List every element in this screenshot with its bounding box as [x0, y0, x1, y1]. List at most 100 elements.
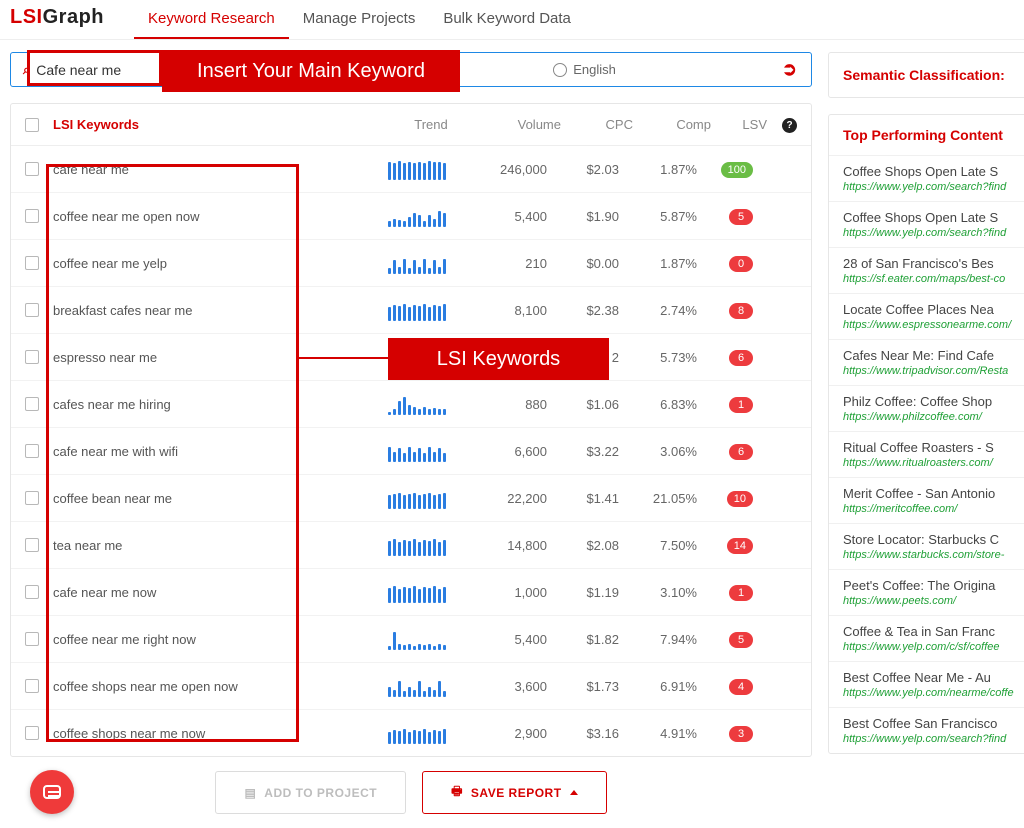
keyword-cell[interactable]: coffee near me right now — [53, 632, 369, 647]
content-item[interactable]: Best Coffee San Franciscohttps://www.yel… — [829, 707, 1024, 753]
trend-sparkline — [369, 487, 465, 509]
content-item[interactable]: Coffee Shops Open Late Shttps://www.yelp… — [829, 201, 1024, 247]
trend-sparkline — [369, 393, 465, 415]
col-comp[interactable]: Comp — [633, 117, 711, 132]
content-item[interactable]: Ritual Coffee Roasters - Shttps://www.ri… — [829, 431, 1024, 477]
lsv-pill: 5 — [729, 632, 753, 648]
save-report-label: SAVE REPORT — [471, 786, 562, 800]
content-title: Ritual Coffee Roasters - S — [843, 440, 1014, 455]
top-performing-content-card: Top Performing Content Coffee Shops Open… — [828, 114, 1024, 754]
row-checkbox[interactable] — [25, 491, 39, 505]
top-performing-title: Top Performing Content — [829, 121, 1024, 155]
keyword-cell[interactable]: coffee near me open now — [53, 209, 369, 224]
content-item[interactable]: Store Locator: Starbucks Chttps://www.st… — [829, 523, 1024, 569]
table-row: coffee shops near me now2,900$3.164.91%3 — [11, 710, 811, 756]
language-label: English — [573, 62, 616, 77]
content-title: Best Coffee Near Me - Au — [843, 670, 1014, 685]
cpc-cell: $0.00 — [547, 256, 619, 271]
document-icon: ▤ — [244, 786, 256, 800]
row-checkbox[interactable] — [25, 444, 39, 458]
row-checkbox[interactable] — [25, 350, 39, 364]
lsv-cell: 3 — [697, 725, 753, 742]
table-row: tea near me14,800$2.087.50%14 — [11, 522, 811, 569]
col-lsv[interactable]: LSV — [711, 117, 767, 132]
volume-cell: 22,200 — [465, 491, 547, 506]
semantic-classification-card: Semantic Classification: — [828, 52, 1024, 98]
content-url: https://www.yelp.com/c/sf/coffee — [843, 639, 1014, 653]
row-checkbox[interactable] — [25, 679, 39, 693]
lsv-pill: 4 — [729, 679, 753, 695]
keyword-cell[interactable]: cafe near me now — [53, 585, 369, 600]
keyword-cell[interactable]: tea near me — [53, 538, 369, 553]
col-cpc[interactable]: CPC — [561, 117, 633, 132]
row-checkbox[interactable] — [25, 632, 39, 646]
content-item[interactable]: Locate Coffee Places Neahttps://www.espr… — [829, 293, 1024, 339]
volume-cell: 3,600 — [465, 679, 547, 694]
nav-manage-projects[interactable]: Manage Projects — [289, 10, 430, 39]
col-volume[interactable]: Volume — [479, 117, 561, 132]
logo-graph: Graph — [43, 6, 104, 29]
row-checkbox[interactable] — [25, 162, 39, 176]
chat-fab[interactable] — [30, 770, 74, 814]
cpc-cell: $3.16 — [547, 726, 619, 741]
cpc-cell: $1.19 — [547, 585, 619, 600]
comp-cell: 3.06% — [619, 444, 697, 459]
row-checkbox[interactable] — [25, 303, 39, 317]
trend-sparkline — [369, 440, 465, 462]
content-item[interactable]: Coffee & Tea in San Franchttps://www.yel… — [829, 615, 1024, 661]
keyword-cell[interactable]: cafe near me with wifi — [53, 444, 369, 459]
keyword-cell[interactable]: coffee shops near me open now — [53, 679, 369, 694]
content-title: Best Coffee San Francisco — [843, 716, 1014, 731]
help-icon[interactable]: ? — [782, 118, 797, 133]
keyword-cell[interactable]: coffee bean near me — [53, 491, 369, 506]
content-item[interactable]: Peet's Coffee: The Originahttps://www.pe… — [829, 569, 1024, 615]
row-checkbox[interactable] — [25, 397, 39, 411]
content-title: 28 of San Francisco's Bes — [843, 256, 1014, 271]
nav-keyword-research[interactable]: Keyword Research — [134, 10, 289, 39]
trend-sparkline — [369, 722, 465, 744]
search-bar: ⌕ English ➲ — [10, 52, 812, 87]
chat-icon — [43, 785, 61, 799]
keyword-cell[interactable]: coffee shops near me now — [53, 726, 369, 741]
save-report-button[interactable]: 🖶 SAVE REPORT — [422, 771, 606, 814]
row-checkbox[interactable] — [25, 726, 39, 740]
keyword-input[interactable] — [36, 62, 553, 78]
comp-cell: 2.74% — [619, 303, 697, 318]
content-item[interactable]: 28 of San Francisco's Beshttps://sf.eate… — [829, 247, 1024, 293]
row-checkbox[interactable] — [25, 209, 39, 223]
select-all-checkbox[interactable] — [25, 118, 39, 132]
content-title: Philz Coffee: Coffee Shop — [843, 394, 1014, 409]
content-item[interactable]: Cafes Near Me: Find Cafehttps://www.trip… — [829, 339, 1024, 385]
results-panel: LSI Keywords Trend Volume CPC Comp LSV ?… — [10, 103, 812, 757]
lsv-pill: 14 — [727, 538, 753, 554]
keyword-cell[interactable]: espresso near me — [53, 350, 369, 365]
submit-search-button[interactable]: ➲ — [776, 59, 803, 80]
lsv-pill: 1 — [729, 585, 753, 601]
keyword-cell[interactable]: breakfast cafes near me — [53, 303, 369, 318]
cpc-cell: 2 — [547, 350, 619, 365]
table-row: espresso near me25.73%6 — [11, 334, 811, 381]
trend-sparkline — [369, 205, 465, 227]
content-url: https://www.starbucks.com/store- — [843, 547, 1014, 561]
cpc-cell: $1.82 — [547, 632, 619, 647]
row-checkbox[interactable] — [25, 256, 39, 270]
nav-bulk-keyword-data[interactable]: Bulk Keyword Data — [429, 10, 585, 39]
content-item[interactable]: Coffee Shops Open Late Shttps://www.yelp… — [829, 155, 1024, 201]
table-row: cafes near me hiring880$1.066.83%1 — [11, 381, 811, 428]
keyword-cell[interactable]: coffee near me yelp — [53, 256, 369, 271]
content-item[interactable]: Philz Coffee: Coffee Shophttps://www.phi… — [829, 385, 1024, 431]
col-trend[interactable]: Trend — [383, 117, 479, 132]
keyword-cell[interactable]: cafes near me hiring — [53, 397, 369, 412]
language-selector[interactable]: English — [553, 62, 776, 77]
lsv-pill: 6 — [729, 350, 753, 366]
add-to-project-button[interactable]: ▤ ADD TO PROJECT — [215, 771, 406, 814]
volume-cell: 8,100 — [465, 303, 547, 318]
keyword-cell[interactable]: cafe near me — [53, 162, 369, 177]
row-checkbox[interactable] — [25, 538, 39, 552]
row-checkbox[interactable] — [25, 585, 39, 599]
content-item[interactable]: Merit Coffee - San Antoniohttps://meritc… — [829, 477, 1024, 523]
add-to-project-label: ADD TO PROJECT — [264, 786, 377, 800]
content-item[interactable]: Best Coffee Near Me - Auhttps://www.yelp… — [829, 661, 1024, 707]
col-keywords[interactable]: LSI Keywords — [53, 117, 383, 132]
lsv-pill: 10 — [727, 491, 753, 507]
